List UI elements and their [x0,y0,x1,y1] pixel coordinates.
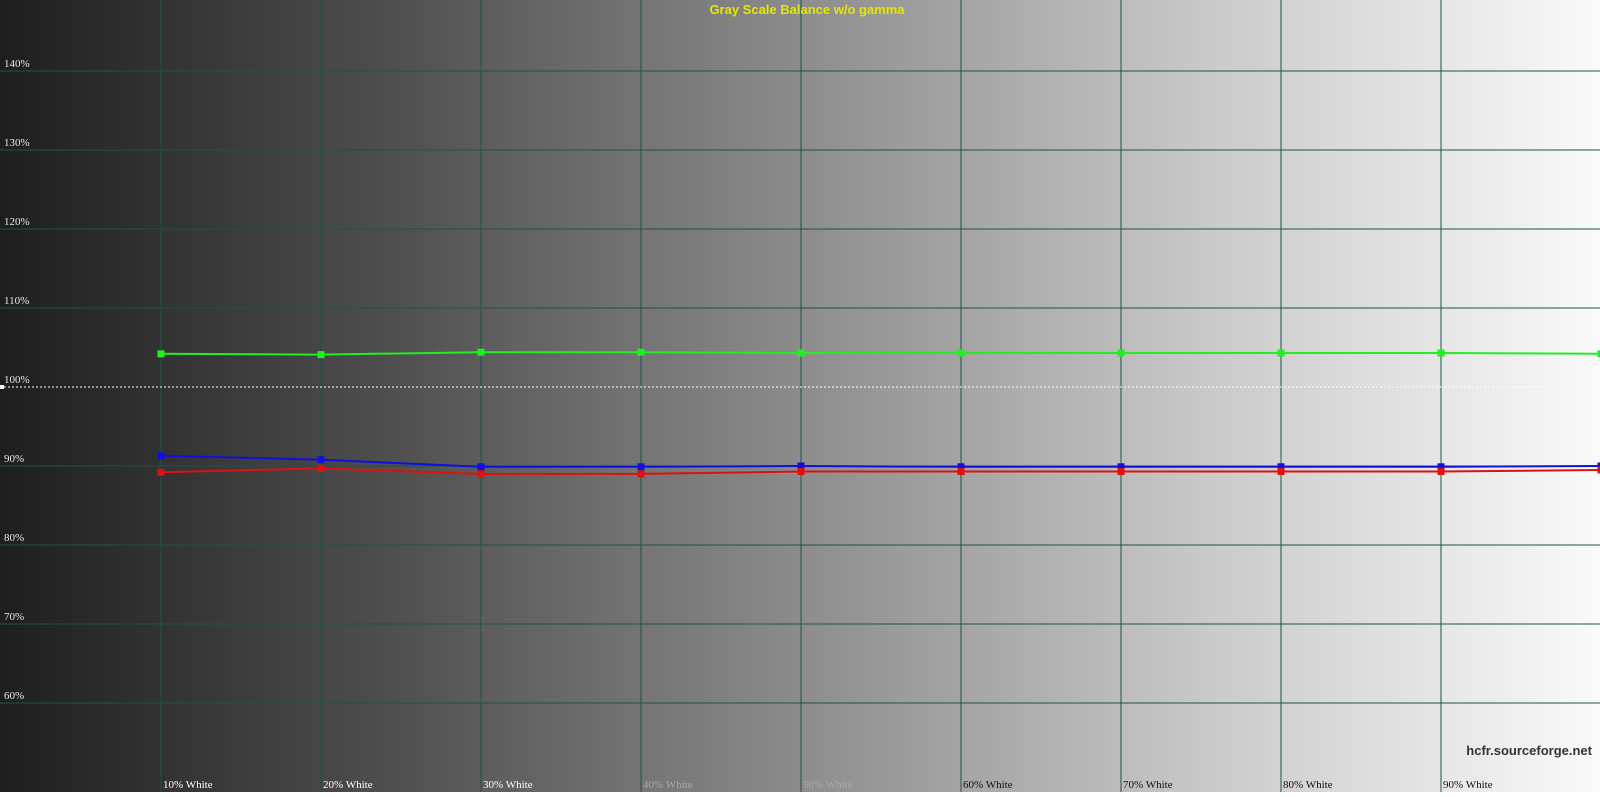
y-tick-label: 140% [4,58,30,70]
series-point-0 [638,349,645,356]
series-point-0 [318,351,325,358]
y-tick-label: 110% [4,295,29,307]
chart-container: 60% 70% 80% 90% 100% 110% 120% 130% 140% 10% Whit… [0,0,1600,792]
x-tick-label: 50% White [803,779,853,791]
x-tick-label: 10% White [163,779,213,791]
series-point-1 [158,452,165,459]
y-tick-label: 100% [4,374,30,386]
series-point-2 [798,468,805,475]
gray-scale-chart: 60% 70% 80% 90% 100% 110% 120% 130% 140% 10% Whit… [0,0,1600,792]
y-tick-label: 130% [4,137,30,149]
series-point-2 [1438,468,1445,475]
y-tick-label: 90% [4,453,24,465]
series-point-2 [318,465,325,472]
series-point-0 [1278,350,1285,357]
series-point-0 [1118,350,1125,357]
series-point-1 [638,463,645,470]
series-point-1 [318,456,325,463]
x-tick-label: 70% White [1123,779,1173,791]
x-tick-label: 40% White [643,779,693,791]
series-point-0 [478,349,485,356]
series-point-2 [158,469,165,476]
y-tick-label: 70% [4,611,24,623]
series-point-0 [798,350,805,357]
x-tick-label: 90% White [1443,779,1493,791]
x-tick-label: 30% White [483,779,533,791]
x-tick-label: 80% White [1283,779,1333,791]
y-tick-label: 80% [4,532,24,544]
series-point-2 [478,470,485,477]
watermark-text: hcfr.sourceforge.net [1466,743,1592,758]
series-point-1 [478,463,485,470]
series-point-2 [1118,468,1125,475]
y-tick-label: 120% [4,216,30,228]
y-tick-label: 60% [4,690,24,702]
series-point-0 [958,350,965,357]
plot-background [0,0,1600,792]
x-tick-label: 60% White [963,779,1013,791]
x-tick-label: 20% White [323,779,373,791]
series-point-2 [1278,468,1285,475]
series-point-2 [958,468,965,475]
series-point-0 [1438,350,1445,357]
chart-title: Gray Scale Balance w/o gamma [709,2,905,17]
series-point-2 [638,470,645,477]
series-point-0 [158,350,165,357]
